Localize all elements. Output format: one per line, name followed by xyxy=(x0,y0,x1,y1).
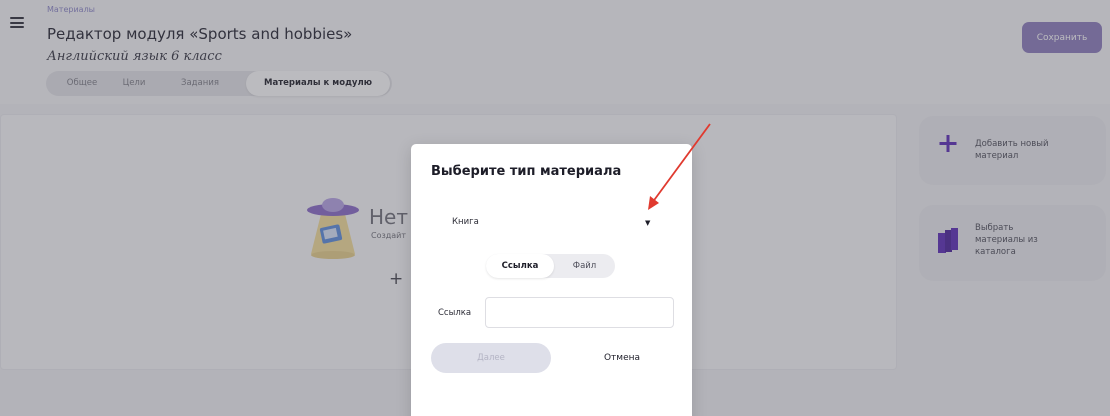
annotation-arrow-icon xyxy=(648,123,711,210)
